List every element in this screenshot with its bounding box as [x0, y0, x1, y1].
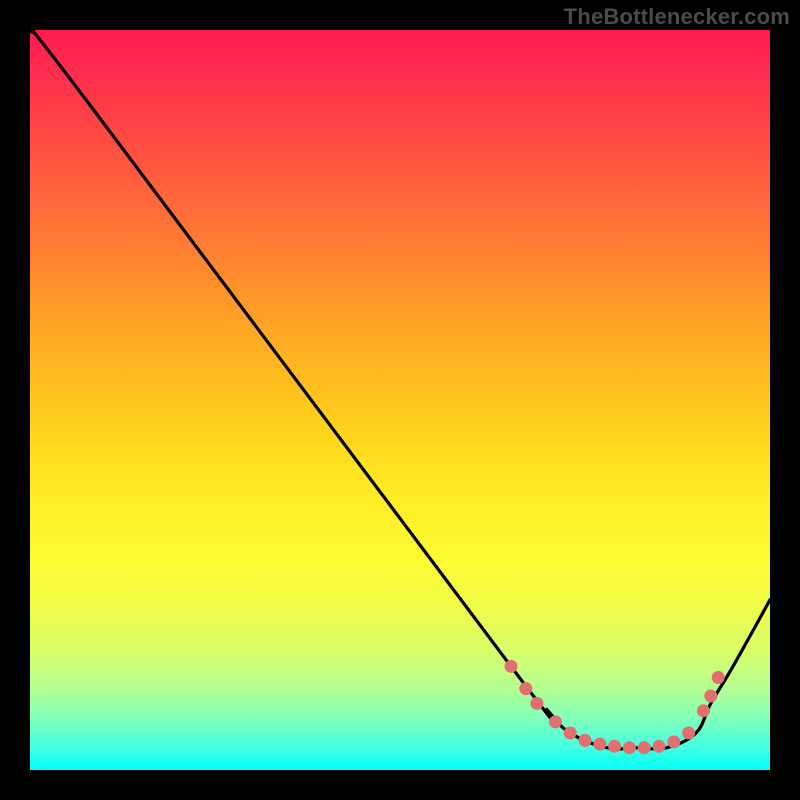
data-marker: [667, 735, 680, 748]
data-marker: [608, 740, 621, 753]
data-marker: [564, 727, 577, 740]
watermark-text: TheBottleneсker.com: [564, 4, 790, 30]
data-marker: [530, 697, 543, 710]
data-marker: [638, 741, 651, 754]
curve-line: [30, 30, 770, 749]
plot-area: [30, 30, 770, 770]
data-marker: [505, 660, 518, 673]
data-marker: [593, 738, 606, 751]
data-marker: [549, 715, 562, 728]
data-marker: [579, 734, 592, 747]
marker-group: [505, 660, 725, 754]
data-marker: [697, 704, 710, 717]
data-marker: [712, 671, 725, 684]
chart-frame: TheBottleneсker.com: [0, 0, 800, 800]
data-marker: [682, 727, 695, 740]
data-marker: [653, 740, 666, 753]
curve-svg: [30, 30, 770, 770]
data-marker: [704, 690, 717, 703]
data-marker: [623, 741, 636, 754]
data-marker: [519, 682, 532, 695]
